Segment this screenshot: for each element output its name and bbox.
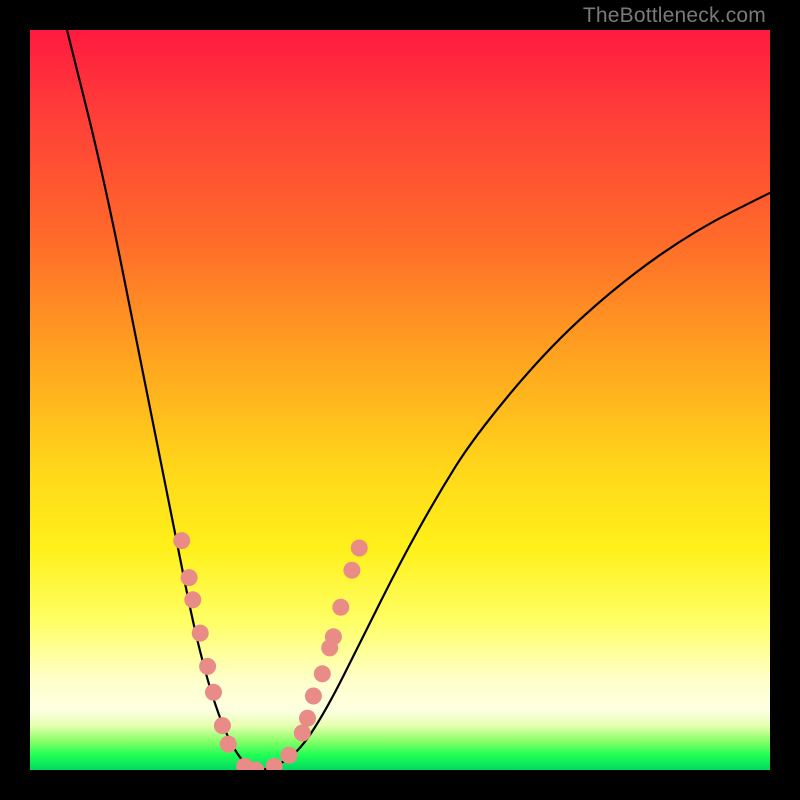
marker-dot — [343, 562, 360, 579]
marker-dot — [294, 725, 311, 742]
marker-dot — [220, 736, 237, 753]
marker-dots — [173, 532, 368, 770]
marker-dot — [199, 658, 216, 675]
marker-dot — [181, 569, 198, 586]
chart-stage: TheBottleneck.com — [0, 0, 800, 800]
marker-dot — [173, 532, 190, 549]
marker-dot — [281, 747, 298, 764]
marker-dot — [305, 688, 322, 705]
curve-svg — [30, 30, 770, 770]
marker-dot — [314, 665, 331, 682]
marker-dot — [325, 628, 342, 645]
bottleneck-curve — [67, 30, 770, 770]
marker-dot — [266, 758, 283, 770]
marker-dot — [192, 625, 209, 642]
plot-area — [30, 30, 770, 770]
marker-dot — [205, 684, 222, 701]
marker-dot — [184, 591, 201, 608]
marker-dot — [351, 540, 368, 557]
marker-dot — [332, 599, 349, 616]
watermark-text: TheBottleneck.com — [583, 4, 766, 28]
marker-dot — [214, 717, 231, 734]
marker-dot — [299, 710, 316, 727]
